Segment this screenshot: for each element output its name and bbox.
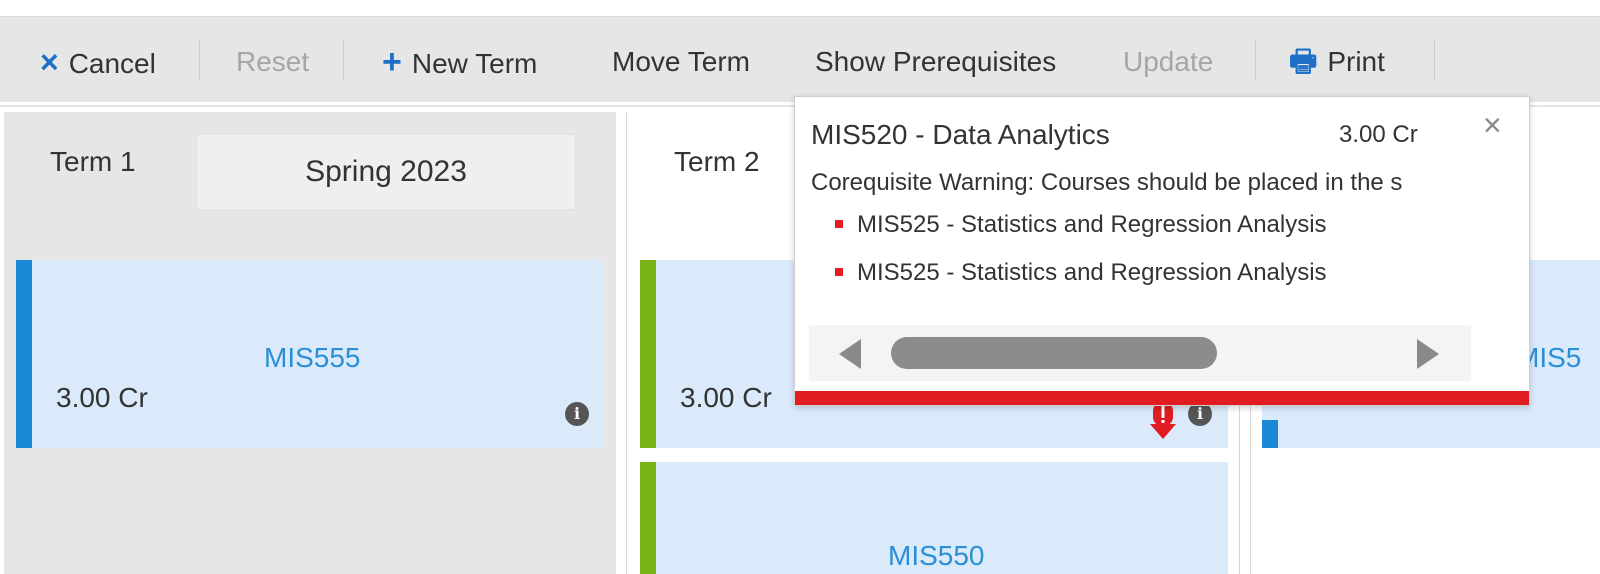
term-label: Term 2 [674,146,760,177]
bullet-icon [835,268,843,276]
course-status-bar [1262,420,1278,448]
move-term-button[interactable]: Move Term [612,47,750,77]
popover-title: MIS520 - Data Analytics [811,119,1110,150]
list-item: MIS525 - Statistics and Regression Analy… [835,205,1327,253]
course-status-bar [640,260,656,448]
update-button[interactable]: Update [1123,47,1213,77]
print-label: Print [1327,46,1385,77]
printer-icon: 🖶 [1289,45,1318,78]
new-term-button[interactable]: + New Term [382,43,538,81]
new-term-label: New Term [411,48,538,79]
toolbar: × Cancel Reset + New Term Move Term Show P… [0,16,1600,103]
toolbar-divider [343,39,344,81]
course-code[interactable]: MIS550 [888,540,985,572]
course-code[interactable]: MIS555 [264,342,361,374]
cancel-button[interactable]: × Cancel [40,44,156,80]
list-item: MIS525 - Statistics and Regression Analy… [835,253,1327,301]
bullet-icon [835,220,843,228]
scroll-left-icon[interactable] [839,339,861,369]
course-credits: 3.00 Cr [680,382,772,413]
term-label: Term 1 [50,146,136,177]
toolbar-divider [1434,39,1435,81]
scroll-right-icon[interactable] [1417,339,1439,369]
close-icon: × [40,44,59,80]
popover-credits: 3.00 Cr [1339,121,1418,148]
course-card-mis555[interactable]: MIS555 3.00 Cr i [16,260,604,448]
toolbar-divider [1255,39,1256,81]
course-card-mis550[interactable]: MIS550 [640,462,1228,574]
corequisite-list: MIS525 - Statistics and Regression Analy… [835,205,1327,301]
popover-warning-bar [795,391,1529,405]
course-status-bar [16,260,32,448]
print-button[interactable]: 🖶 Print [1289,47,1385,77]
term-name-field[interactable]: Spring 2023 [196,134,576,210]
course-status-bar [640,462,656,574]
warning-icon[interactable] [1150,402,1176,440]
course-credits: 3.00 Cr [56,382,148,413]
top-strip [0,0,1600,16]
reset-button[interactable]: Reset [236,47,309,77]
course-popover: MIS520 - Data Analytics 3.00 Cr × Corequ… [794,96,1530,406]
close-icon[interactable]: × [1483,109,1502,141]
show-prerequisites-button[interactable]: Show Prerequisites [815,47,1056,77]
plus-icon: + [382,43,402,81]
list-item-text: MIS525 - Statistics and Regression Analy… [857,259,1327,286]
info-icon[interactable]: i [565,402,589,426]
list-item-text: MIS525 - Statistics and Regression Analy… [857,211,1327,238]
corequisite-warning: Corequisite Warning: Courses should be p… [811,169,1403,196]
toolbar-divider [199,39,200,81]
scrollbar-thumb[interactable] [891,337,1217,369]
cancel-label: Cancel [68,48,156,79]
horizontal-scrollbar[interactable] [809,325,1471,381]
